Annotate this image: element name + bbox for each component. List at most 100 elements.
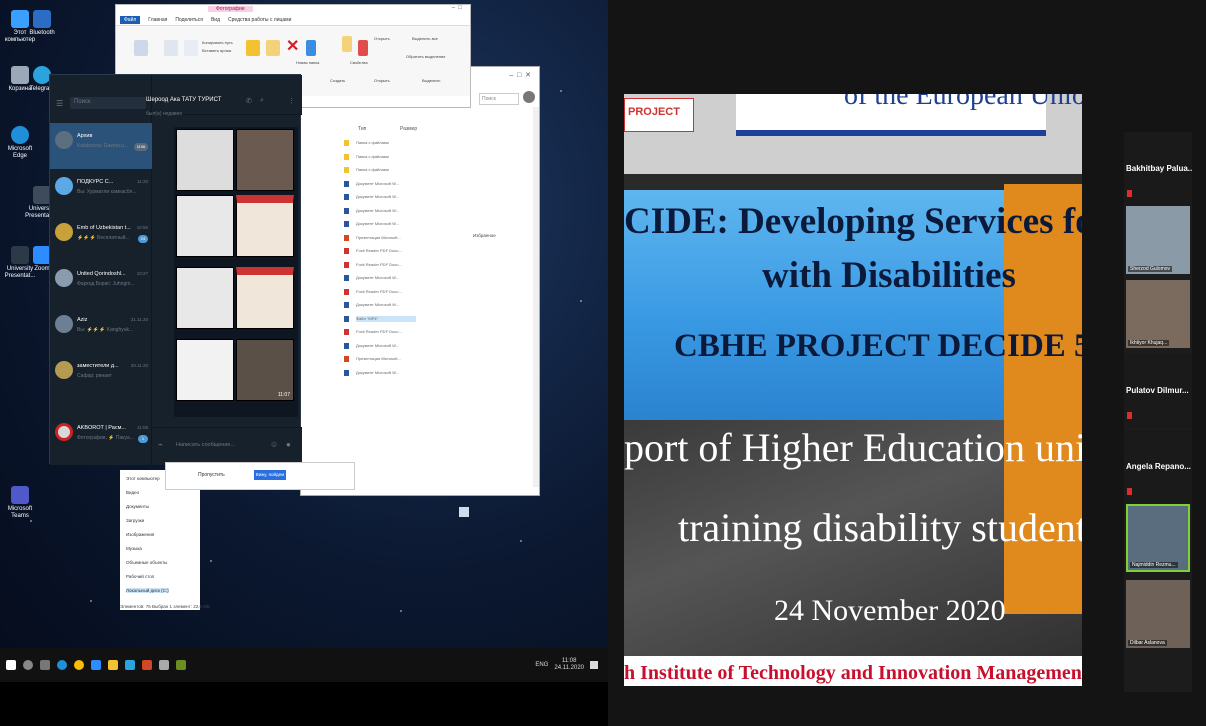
column-size[interactable]: Размер: [400, 126, 417, 132]
tab-picture-tools[interactable]: Средства работы с лицами: [228, 17, 291, 23]
chrome-taskbar-icon[interactable]: [74, 660, 84, 670]
file-row[interactable]: Foxit Reader PDF Docu...: [356, 329, 416, 335]
file-row[interactable]: Документ Microsoft W...: [356, 302, 416, 308]
invert-selection-button[interactable]: Обратить выделение: [406, 54, 446, 59]
move-to-icon[interactable]: [246, 40, 260, 56]
select-all-button[interactable]: Выделить все: [412, 36, 438, 41]
copy-icon[interactable]: [164, 40, 178, 56]
chat-item[interactable]: United Qorindoshl... Фарход Борис: Juhng…: [50, 261, 152, 307]
participant-video[interactable]: Dilbar Aslanova: [1126, 580, 1190, 648]
nav-item[interactable]: Видео: [126, 490, 139, 495]
chat-item[interactable]: Aziz Вы: ⚡⚡⚡ Kanghyuk... 21.11.20: [50, 307, 152, 353]
file-row[interactable]: Документ Microsoft W...: [356, 194, 416, 200]
edge-icon[interactable]: Microsoft Edge: [0, 126, 40, 160]
edge-taskbar-icon[interactable]: [57, 660, 67, 670]
explorer-taskbar-icon[interactable]: [108, 660, 118, 670]
participant-video[interactable]: Ikhtiyor Khujaq...: [1126, 280, 1190, 348]
pin-icon[interactable]: [134, 40, 148, 56]
nav-item[interactable]: Объемные объекты: [126, 560, 167, 565]
search-icon[interactable]: [23, 660, 33, 670]
nav-item[interactable]: Изображения: [126, 532, 154, 537]
file-row[interactable]: Документ Microsoft W...: [356, 208, 416, 214]
nav-item-selected[interactable]: Локальный диск (C:): [126, 588, 169, 593]
participant-video[interactable]: Sherzod Gulomov: [1126, 206, 1190, 274]
attach-icon[interactable]: ⌁: [158, 440, 163, 449]
teams-icon[interactable]: Microsoft Teams: [0, 486, 40, 520]
search-icon[interactable]: ⌕: [260, 97, 264, 105]
file-row[interactable]: Документ Microsoft W...: [356, 275, 416, 281]
nav-item[interactable]: Музыка: [126, 546, 142, 551]
new-folder-button[interactable]: Новая папка: [296, 60, 319, 65]
file-row[interactable]: Файл "MP4": [356, 315, 416, 322]
media-thumbnail[interactable]: [236, 267, 294, 329]
clock[interactable]: 11:08 24.11.2020: [554, 658, 584, 672]
view-toggle-icon[interactable]: [459, 507, 469, 517]
explorer-window-back[interactable]: – □ ✕ Поиск Избранное: [300, 66, 540, 517]
media-thumbnail[interactable]: [176, 267, 234, 329]
emoji-icon[interactable]: ☺: [270, 440, 278, 449]
column-type[interactable]: Тип: [358, 126, 366, 132]
powerpoint-taskbar-icon[interactable]: [142, 660, 152, 670]
properties-button[interactable]: Свойства: [350, 60, 368, 65]
menu-icon[interactable]: ☰: [56, 99, 63, 108]
start-icon[interactable]: [6, 660, 16, 670]
media-thumbnail[interactable]: [236, 129, 294, 191]
bluetooth-icon[interactable]: Bluetooth: [22, 10, 62, 37]
file-row[interactable]: Документ Microsoft W...: [356, 221, 416, 227]
telegram-taskbar-icon[interactable]: [125, 660, 135, 670]
tab-view[interactable]: Вид: [211, 17, 220, 23]
participant-tile[interactable]: Bakhitbay Palua...: [1124, 132, 1192, 206]
file-row[interactable]: Документ Microsoft W...: [356, 370, 416, 376]
open-button[interactable]: Открыть: [374, 36, 390, 41]
more-icon[interactable]: ⋮: [288, 97, 295, 105]
properties-icon[interactable]: [358, 40, 368, 56]
chat-item[interactable]: ПОДКУРС С... Вы: Хурматли хамкасбл... 11…: [50, 169, 152, 215]
chat-item[interactable]: Emb of Uzbekistan t... ⚡⚡⚡ Бесплатный...…: [50, 215, 152, 261]
chat-item[interactable]: AKBOROT | Расм... Фотография, ⚡ Пакуа...…: [50, 415, 152, 461]
file-row[interactable]: Foxit Reader PDF Docu...: [356, 289, 416, 295]
nav-item[interactable]: Документы: [126, 504, 149, 509]
paste-shortcut-button[interactable]: Вставить ярлык: [202, 48, 231, 53]
rename-icon[interactable]: [306, 40, 316, 56]
chat-item[interactable]: заместители д... Сафар: ринает 20.11.20: [50, 353, 152, 399]
nav-item[interactable]: Рабочий стол: [126, 574, 154, 579]
search-input[interactable]: Поиск: [70, 97, 146, 109]
file-row[interactable]: Презентация Microsoft...: [356, 235, 416, 241]
media-thumbnail[interactable]: 11:07: [236, 339, 294, 401]
new-item-icon[interactable]: [342, 36, 352, 52]
paste-icon[interactable]: [184, 40, 198, 56]
file-row[interactable]: Foxit Reader PDF Docu...: [356, 248, 416, 254]
file-row[interactable]: Папка с файлами: [356, 140, 416, 146]
task-view-icon[interactable]: [40, 660, 50, 670]
ok-button[interactable]: Вижу, пойдем: [254, 470, 286, 480]
telegram-window[interactable]: ☰ Поиск Архив Kutubxona: Gazeta.u... 119…: [49, 74, 302, 465]
participant-video-active[interactable]: Najmiddin Rezmu...: [1126, 504, 1190, 572]
nav-item[interactable]: Этот компьютер: [126, 476, 160, 481]
file-row[interactable]: Презентация Microsoft...: [356, 356, 416, 362]
file-row[interactable]: Документ Microsoft W...: [356, 181, 416, 187]
copy-path-button[interactable]: Копировать путь: [202, 40, 233, 45]
nav-item[interactable]: Загрузки: [126, 518, 144, 523]
window-controls[interactable]: – □: [452, 5, 462, 11]
file-row[interactable]: Папка с файлами: [356, 167, 416, 173]
scrollbar[interactable]: [533, 107, 539, 487]
participant-tile[interactable]: Angela Repano...: [1124, 430, 1192, 504]
media-thumbnail[interactable]: [176, 339, 234, 401]
chat-item[interactable]: Архив Kutubxona: Gazeta.u... 1196: [50, 123, 152, 169]
search-input[interactable]: Поиск: [479, 93, 519, 105]
file-row[interactable]: Папка с файлами: [356, 154, 416, 160]
zoom-taskbar-icon[interactable]: [91, 660, 101, 670]
media-thumbnail[interactable]: [236, 195, 294, 257]
delete-icon[interactable]: ✕: [286, 36, 299, 56]
tab-home[interactable]: Главная: [148, 17, 167, 23]
notifications-icon[interactable]: [590, 661, 598, 669]
copy-to-icon[interactable]: [266, 40, 280, 56]
app-taskbar-icon[interactable]: [176, 660, 186, 670]
media-thumbnail[interactable]: [176, 129, 234, 191]
participant-tile[interactable]: Pulatov Dilmur...: [1124, 354, 1192, 428]
tab-share[interactable]: Поделиться: [175, 17, 203, 23]
message-input[interactable]: Написать сообщение...: [176, 442, 235, 448]
skip-button[interactable]: Пропустить: [198, 472, 225, 478]
file-row[interactable]: Foxit Reader PDF Docu...: [356, 262, 416, 268]
window-controls[interactable]: – □ ✕: [509, 71, 531, 79]
